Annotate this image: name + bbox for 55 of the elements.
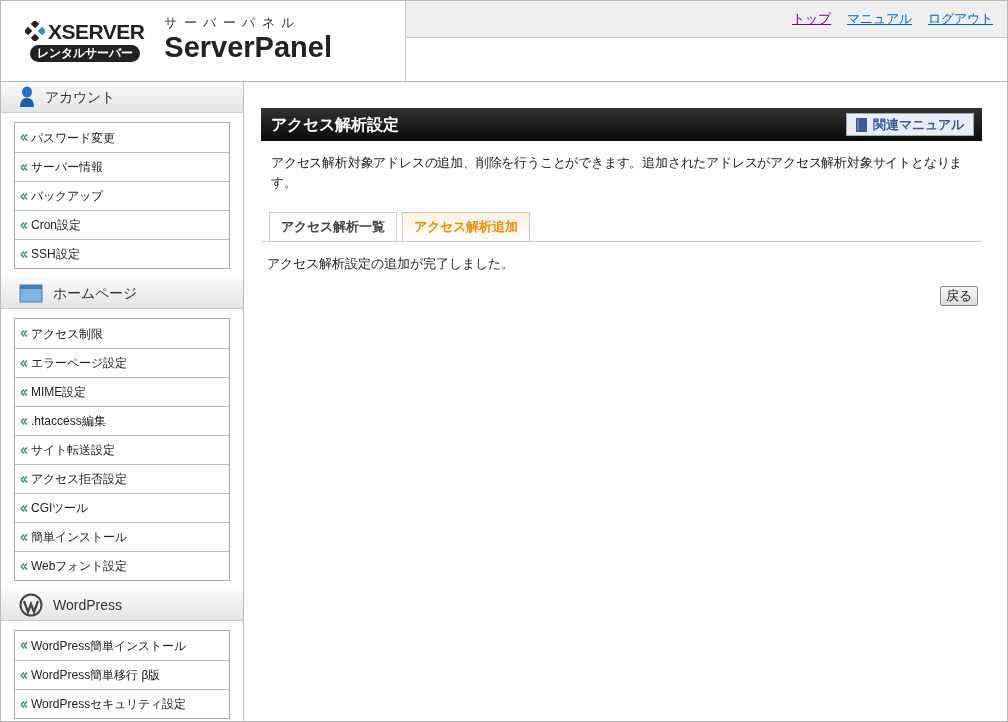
header-link[interactable]: トップ xyxy=(792,9,831,29)
sidebar-item[interactable]: Cron設定 xyxy=(15,210,229,239)
sidebar-item[interactable]: エラーページ設定 xyxy=(15,348,229,377)
header-link[interactable]: マニュアル xyxy=(847,9,912,29)
completion-message: アクセス解析設定の追加が完了しました。 xyxy=(266,255,515,273)
brand-name: XSERVER xyxy=(48,20,145,42)
arrow-icon xyxy=(20,416,30,426)
manual-button[interactable]: 関連マニュアル xyxy=(846,113,974,136)
back-button[interactable]: 戻る xyxy=(940,285,978,306)
arrow-icon xyxy=(20,191,30,201)
section-title: ホームページ xyxy=(53,283,137,303)
arrow-icon xyxy=(20,699,30,709)
page-title: アクセス解析設定 xyxy=(271,114,399,135)
sidebar-item[interactable]: MIME設定 xyxy=(15,377,229,406)
sidebar-item[interactable]: 簡単インストール xyxy=(15,522,229,551)
sidebar-item[interactable]: WordPress簡単インストール xyxy=(15,631,229,660)
sidebar-item[interactable]: CGIツール xyxy=(15,493,229,522)
panel-title: ServerPanel xyxy=(164,30,332,66)
sidebar-item[interactable]: パスワード変更 xyxy=(15,123,229,152)
arrow-icon xyxy=(20,561,30,571)
arrow-icon xyxy=(20,670,30,680)
sidebar-item[interactable]: WordPressセキュリティ設定 xyxy=(15,689,229,718)
brand-badge: レンタルサーバー xyxy=(29,44,140,62)
description-text: アクセス解析対象アドレスの追加、削除を行うことができます。追加されたアドレスがアクセス解析対象サイトとなります。 xyxy=(270,154,964,192)
arrow-icon xyxy=(20,532,30,542)
tab[interactable]: アクセス解析一覧 xyxy=(269,212,397,241)
arrow-icon xyxy=(20,162,30,172)
arrow-icon xyxy=(20,641,30,650)
arrow-icon xyxy=(20,133,30,142)
arrow-icon xyxy=(20,249,30,259)
window-icon xyxy=(19,283,43,303)
arrow-icon xyxy=(20,358,30,368)
sidebar-item[interactable]: バックアップ xyxy=(15,181,229,210)
arrow-icon xyxy=(20,445,30,455)
sidebar-item[interactable]: .htaccess編集 xyxy=(15,406,229,435)
sidebar-item[interactable]: Webフォント設定 xyxy=(15,551,229,580)
diamond-logo-icon xyxy=(25,21,45,41)
sidebar-item[interactable]: SSH設定 xyxy=(15,239,229,268)
arrow-icon xyxy=(20,220,30,230)
wordpress-icon xyxy=(19,593,43,617)
sidebar-item[interactable]: WordPress簡単移行 β版 xyxy=(15,660,229,689)
section-title: WordPress xyxy=(53,595,122,615)
arrow-icon xyxy=(20,503,30,513)
book-icon xyxy=(856,117,867,132)
arrow-icon xyxy=(20,474,30,484)
sidebar-item[interactable]: アクセス拒否設定 xyxy=(15,464,229,493)
header-link[interactable]: ログアウト xyxy=(928,9,993,29)
arrow-icon xyxy=(20,387,30,397)
sidebar-item[interactable]: サーバー情報 xyxy=(15,152,229,181)
arrow-icon xyxy=(20,329,30,338)
user-icon xyxy=(19,86,35,108)
section-title: アカウント xyxy=(45,87,115,107)
sidebar-item[interactable]: アクセス制限 xyxy=(15,319,229,348)
panel-subtitle: サーバーパネル xyxy=(164,16,302,30)
sidebar-item[interactable]: サイト転送設定 xyxy=(15,435,229,464)
